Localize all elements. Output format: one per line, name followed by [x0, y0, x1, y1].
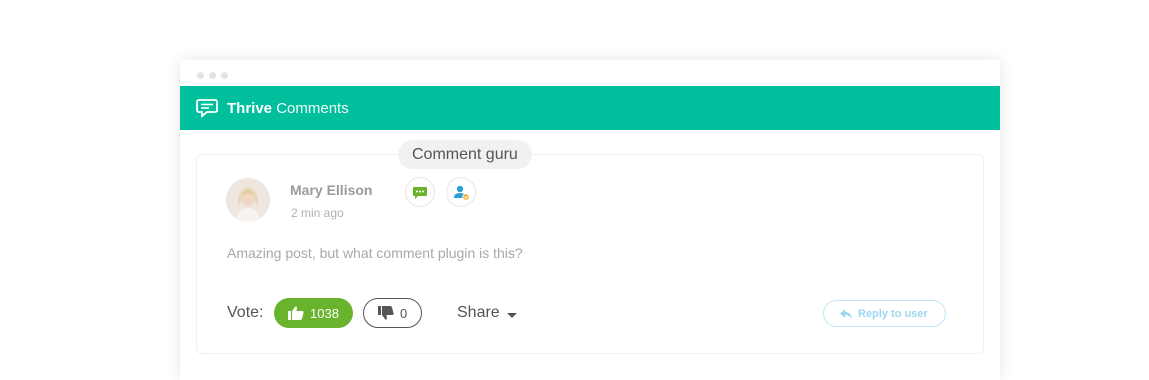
thumbs-up-icon: [288, 306, 304, 320]
avatar: [226, 178, 270, 222]
reply-icon: [840, 309, 852, 319]
window-titlebar: [180, 60, 1000, 86]
comment-author[interactable]: Mary Ellison: [290, 182, 372, 198]
app-window: Thrive Comments Comment guru Mary Elliso…: [180, 60, 1000, 380]
user-badge[interactable]: [446, 177, 476, 207]
thrive-comments-logo-icon: [196, 99, 218, 118]
window-dot: [209, 72, 216, 79]
vote-label: Vote:: [227, 304, 264, 321]
comment-text: Amazing post, but what comment plugin is…: [227, 245, 523, 261]
user-badge-icon: [454, 185, 470, 201]
reply-button[interactable]: Reply to user: [823, 300, 946, 327]
brand-light: Comments: [276, 100, 349, 117]
thumbs-down-icon: [378, 306, 394, 320]
downvote-count: 0: [400, 306, 408, 321]
brand-strong: Thrive: [227, 100, 273, 117]
brand-name: Thrive Comments: [227, 100, 349, 118]
reply-label: Reply to user: [858, 308, 928, 320]
comment-timestamp: 2 min ago: [291, 206, 344, 220]
app-header: Thrive Comments: [180, 86, 1000, 130]
badge-tooltip: Comment guru: [398, 140, 532, 169]
upvote-count: 1038: [310, 306, 339, 321]
window-dot: [221, 72, 228, 79]
comment-badge-icon: [413, 187, 427, 199]
window-dot: [197, 72, 204, 79]
downvote-button[interactable]: 0: [363, 298, 422, 328]
avatar-image: [226, 178, 270, 222]
share-button[interactable]: Share: [457, 304, 500, 322]
chevron-down-icon[interactable]: [507, 313, 517, 318]
comment-guru-badge[interactable]: [405, 177, 435, 207]
upvote-button[interactable]: 1038: [274, 298, 353, 328]
